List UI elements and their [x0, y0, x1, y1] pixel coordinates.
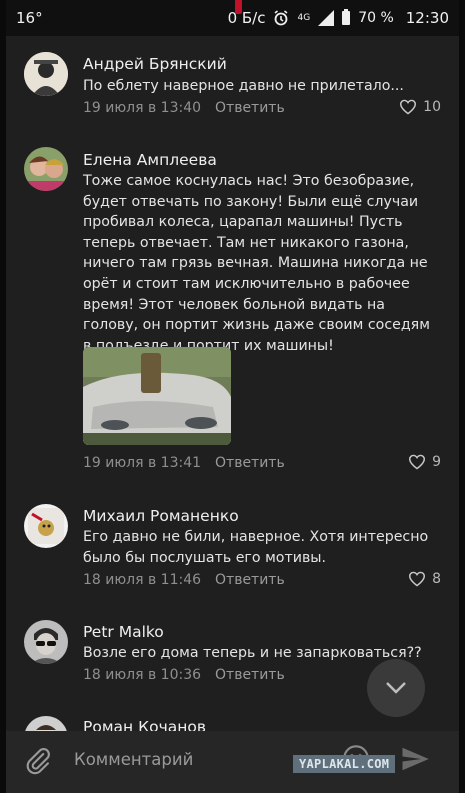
status-bar: 16° 0 Б/с 4G 70 % 12:30: [6, 0, 459, 36]
send-icon[interactable]: [400, 744, 430, 774]
comment-date: 19 июля в 13:40: [83, 100, 202, 116]
comment-date: 18 июля в 10:36: [83, 667, 202, 683]
comment-input[interactable]: Комментарий: [74, 750, 193, 769]
status-icons: 0 Б/с 4G 70 % 12:30: [228, 9, 449, 27]
car-photo-image: [83, 347, 231, 445]
like-button[interactable]: 9: [408, 454, 441, 470]
reply-button[interactable]: Ответить: [215, 572, 285, 588]
avatar[interactable]: [24, 52, 68, 96]
battery-percent: 70 %: [358, 10, 394, 26]
reply-button[interactable]: Ответить: [215, 667, 285, 683]
signal-icon: [318, 10, 335, 26]
scroll-down-button[interactable]: [367, 659, 425, 717]
heart-icon: [400, 99, 417, 115]
comment-author[interactable]: Михаил Романенко: [83, 507, 239, 525]
alarm-icon: [274, 10, 288, 26]
network-speed: 0 Б/с: [227, 9, 266, 27]
comment-date: 19 июля в 13:41: [83, 455, 202, 471]
paperclip-icon[interactable]: [24, 747, 52, 775]
frame-right: [459, 0, 465, 793]
watermark: YAPLAKAL.COM: [293, 755, 396, 773]
reply-button[interactable]: Ответить: [215, 100, 285, 116]
reply-button[interactable]: Ответить: [215, 455, 285, 471]
lte-indicator: 4G: [297, 12, 311, 23]
comment-text: По еблету наверное давно не прилетало...: [83, 78, 404, 94]
comment-meta: 19 июля в 13:41 Ответить: [83, 455, 285, 471]
battery-icon: [342, 9, 351, 25]
comment-author[interactable]: Petr Malko: [83, 623, 164, 641]
comment-author[interactable]: Елена Амплеева: [83, 151, 217, 169]
comment-text: Тоже самое коснулась нас! Это безобразие…: [83, 173, 430, 354]
avatar-icon: [24, 52, 68, 96]
comment-meta: 19 июля в 13:40 Ответить: [83, 100, 285, 116]
comment-author[interactable]: Андрей Брянский: [83, 55, 227, 73]
like-count: 10: [423, 99, 441, 115]
frame-left: [0, 0, 6, 793]
chevron-down-icon: [386, 682, 406, 694]
like-button[interactable]: 8: [408, 571, 441, 587]
avatar[interactable]: [24, 620, 68, 664]
comment-meta: 18 июля в 10:36 Ответить: [83, 667, 285, 683]
avatar-icon: [24, 147, 68, 191]
comment-meta: 18 июля в 11:46 Ответить: [83, 572, 285, 588]
temperature: 16°: [16, 9, 43, 27]
avatar[interactable]: [24, 147, 68, 191]
avatar-icon: [24, 620, 68, 664]
comment-date: 18 июля в 11:46: [83, 572, 202, 588]
heart-icon: [409, 454, 426, 470]
clock: 12:30: [405, 9, 449, 27]
car-photo[interactable]: [83, 347, 231, 445]
heart-icon: [409, 571, 426, 587]
avatar[interactable]: [24, 504, 68, 548]
like-count: 8: [432, 571, 441, 587]
like-count: 9: [432, 454, 441, 470]
avatar-icon: [24, 504, 68, 548]
comment-text: Его давно не били, наверное. Хотя интере…: [83, 529, 429, 566]
like-button[interactable]: 10: [399, 99, 441, 115]
